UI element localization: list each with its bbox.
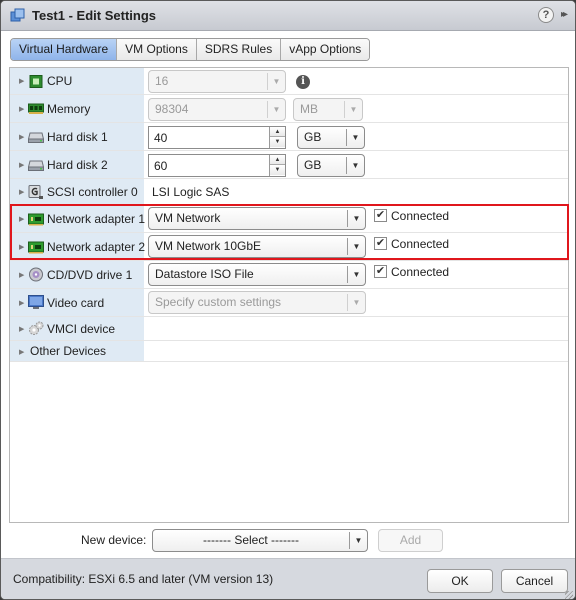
device-label: Memory bbox=[47, 102, 91, 116]
ok-button[interactable]: OK bbox=[427, 569, 493, 593]
hard-disk-icon bbox=[28, 160, 44, 171]
title-bar: Test1 - Edit Settings ? ▸▸ bbox=[1, 1, 575, 31]
network-adapter-1-network-select[interactable]: VM Network ▼ bbox=[148, 207, 366, 230]
expand-arrow-icon[interactable]: ▶ bbox=[19, 105, 24, 113]
cpu-icon bbox=[29, 75, 43, 88]
expand-arrow-icon[interactable]: ▶ bbox=[19, 188, 24, 196]
network-adapter-2-connected-checkbox[interactable]: ✔ bbox=[374, 237, 387, 250]
device-label: VMCI device bbox=[47, 322, 116, 336]
device-row-hard-disk-1: ▶ Hard disk 1 40 ▲ ▼ GB ▼ bbox=[10, 123, 568, 151]
expand-arrow-icon[interactable]: ▶ bbox=[19, 133, 24, 141]
expand-arrow-icon[interactable]: ▶ bbox=[19, 77, 24, 85]
hard-disk-icon bbox=[28, 132, 44, 143]
hard-disk-1-size-input[interactable]: 40 ▲ ▼ bbox=[148, 126, 286, 149]
expand-arrow-icon[interactable]: ▶ bbox=[19, 215, 24, 223]
chevron-down-icon: ▼ bbox=[347, 238, 365, 255]
chevron-down-icon: ▼ bbox=[344, 101, 362, 118]
device-row-other-devices: ▶ Other Devices bbox=[10, 341, 568, 362]
cd-dvd-icon bbox=[29, 267, 43, 282]
compatibility-text: Compatibility: ESXi 6.5 and later (VM ve… bbox=[13, 572, 274, 586]
device-row-network-adapter-2: ▶ Network adapter 2 VM Network 10GbE ▼ ✔… bbox=[10, 233, 568, 261]
spin-up-icon[interactable]: ▲ bbox=[270, 155, 285, 165]
hard-disk-2-size-input[interactable]: 60 ▲ ▼ bbox=[148, 154, 286, 177]
expand-arrow-icon[interactable]: ▶ bbox=[19, 299, 24, 307]
device-label: Hard disk 2 bbox=[47, 158, 108, 172]
tab-vm-options[interactable]: VM Options bbox=[117, 39, 197, 60]
device-label: CPU bbox=[47, 74, 73, 88]
network-adapter-1-connected-checkbox[interactable]: ✔ bbox=[374, 209, 387, 222]
video-card-icon bbox=[28, 295, 44, 309]
chevron-down-icon: ▼ bbox=[347, 266, 365, 283]
device-row-cd-dvd-drive-1: ▶ CD/DVD drive 1 Datastore ISO File ▼ ✔ … bbox=[10, 261, 568, 289]
memory-icon bbox=[28, 103, 44, 114]
connected-label: Connected bbox=[391, 209, 450, 223]
expand-arrow-icon[interactable]: ▶ bbox=[19, 271, 24, 279]
device-row-vmci-device: ▶ VMCI device bbox=[10, 317, 568, 341]
device-label: Hard disk 1 bbox=[47, 130, 108, 144]
add-device-button[interactable]: Add bbox=[378, 529, 443, 552]
video-card-settings-select[interactable]: Specify custom settings ▼ bbox=[148, 291, 366, 314]
scsi-controller-icon bbox=[28, 185, 43, 199]
vm-icon bbox=[10, 8, 25, 22]
expand-arrow-icon[interactable]: ▶ bbox=[19, 243, 24, 251]
connected-label: Connected bbox=[391, 265, 450, 279]
vmci-device-icon bbox=[29, 321, 44, 335]
device-label: Network adapter 2 bbox=[47, 240, 146, 254]
tab-bar: Virtual Hardware VM Options SDRS Rules v… bbox=[10, 38, 371, 61]
chevron-down-icon: ▼ bbox=[346, 157, 364, 174]
expand-icon[interactable]: ▸▸ bbox=[561, 9, 568, 20]
spin-down-icon[interactable]: ▼ bbox=[270, 137, 285, 147]
expand-arrow-icon[interactable]: ▶ bbox=[19, 325, 24, 333]
device-row-hard-disk-2: ▶ Hard disk 2 60 ▲ ▼ GB ▼ bbox=[10, 151, 568, 179]
device-row-memory: ▶ Memory 98304 ▼ MB ▼ bbox=[10, 95, 568, 123]
network-adapter-icon bbox=[28, 241, 44, 254]
edit-settings-dialog: Test1 - Edit Settings ? ▸▸ Virtual Hardw… bbox=[0, 0, 576, 600]
device-label: Other Devices bbox=[30, 344, 107, 358]
device-row-video-card: ▶ Video card Specify custom settings ▼ bbox=[10, 289, 568, 317]
spin-up-icon[interactable]: ▲ bbox=[270, 127, 285, 137]
connected-label: Connected bbox=[391, 237, 450, 251]
label-cell: ▶ CPU bbox=[10, 68, 144, 94]
chevron-down-icon: ▼ bbox=[349, 532, 367, 549]
device-row-scsi-controller-0: ▶ SCSI controller 0 LSI Logic SAS bbox=[10, 179, 568, 205]
spin-down-icon[interactable]: ▼ bbox=[270, 165, 285, 175]
chevron-down-icon: ▼ bbox=[267, 73, 285, 90]
chevron-down-icon: ▼ bbox=[347, 210, 365, 227]
cd-dvd-drive-1-media-select[interactable]: Datastore ISO File ▼ bbox=[148, 263, 366, 286]
new-device-select[interactable]: ------- Select ------- ▼ bbox=[152, 529, 368, 552]
hard-disk-2-unit-select[interactable]: GB ▼ bbox=[297, 154, 365, 177]
expand-arrow-icon[interactable]: ▶ bbox=[19, 348, 24, 356]
cancel-button[interactable]: Cancel bbox=[501, 569, 568, 593]
network-adapter-icon bbox=[28, 213, 44, 226]
device-label: CD/DVD drive 1 bbox=[47, 268, 133, 282]
scsi-controller-type: LSI Logic SAS bbox=[152, 185, 230, 199]
cpu-count-select[interactable]: 16 ▼ bbox=[148, 70, 286, 93]
device-label: Video card bbox=[47, 296, 105, 310]
device-label: Network adapter 1 bbox=[47, 212, 146, 226]
device-row-cpu: ▶ CPU 16 ▼ i bbox=[10, 68, 568, 95]
memory-size-input[interactable]: 98304 ▼ bbox=[148, 98, 286, 121]
chevron-down-icon: ▼ bbox=[347, 294, 365, 311]
expand-arrow-icon[interactable]: ▶ bbox=[19, 161, 24, 169]
virtual-hardware-panel: ▶ CPU 16 ▼ i ▶ Memory 98304 ▼ MB ▼ ▶ Har… bbox=[9, 67, 569, 523]
network-adapter-2-network-select[interactable]: VM Network 10GbE ▼ bbox=[148, 235, 366, 258]
device-label: SCSI controller 0 bbox=[47, 185, 138, 199]
tab-virtual-hardware[interactable]: Virtual Hardware bbox=[11, 39, 118, 60]
dialog-title: Test1 - Edit Settings bbox=[32, 8, 156, 23]
new-device-label: New device: bbox=[81, 533, 147, 547]
resize-grip-icon[interactable] bbox=[565, 591, 573, 599]
memory-unit-select[interactable]: MB ▼ bbox=[293, 98, 363, 121]
cd-dvd-drive-1-connected-checkbox[interactable]: ✔ bbox=[374, 265, 387, 278]
chevron-down-icon: ▼ bbox=[346, 129, 364, 146]
device-row-network-adapter-1: ▶ Network adapter 1 VM Network ▼ ✔ Conne… bbox=[10, 205, 568, 233]
footer: Compatibility: ESXi 6.5 and later (VM ve… bbox=[1, 558, 575, 599]
info-icon[interactable]: i bbox=[296, 75, 310, 89]
hard-disk-1-unit-select[interactable]: GB ▼ bbox=[297, 126, 365, 149]
tab-sdrs-rules[interactable]: SDRS Rules bbox=[196, 39, 282, 60]
help-icon[interactable]: ? bbox=[538, 7, 554, 23]
tab-vapp-options[interactable]: vApp Options bbox=[281, 39, 370, 60]
chevron-down-icon: ▼ bbox=[267, 101, 285, 118]
